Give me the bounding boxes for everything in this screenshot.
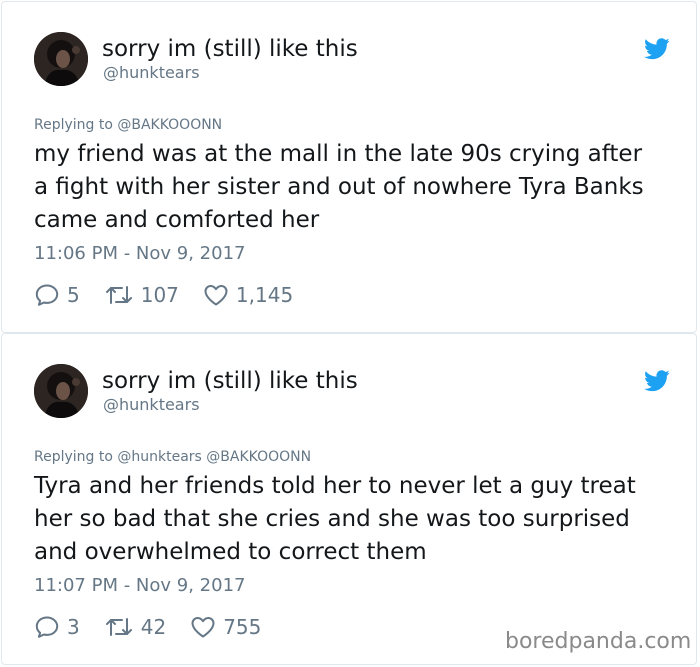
reply-icon — [35, 284, 59, 306]
tweet-text-line: came and comforted her — [34, 207, 320, 233]
twitter-bird-icon[interactable] — [644, 370, 670, 392]
tweet-text: Tyra and her friends told her to never l… — [34, 470, 684, 569]
tweet-text-line: Tyra and her friends told her to never l… — [34, 473, 636, 499]
retweet-count: 107 — [140, 283, 179, 307]
tweet-card[interactable]: sorry im (still) like this @hunktears Re… — [1, 1, 697, 333]
user-handle[interactable]: @hunktears — [103, 395, 200, 415]
twitter-bird-icon[interactable] — [644, 38, 670, 60]
timestamp[interactable]: 11:06 PM - Nov 9, 2017 — [34, 242, 245, 266]
avatar[interactable] — [34, 32, 88, 86]
like-button[interactable]: 1,145 — [203, 282, 293, 308]
tweet-actions: 3 42 755 — [34, 612, 285, 642]
replying-to: Replying to @hunktears @BAKKOOONN — [34, 449, 312, 465]
tweet-text-line: her so bad that she cries and she was to… — [34, 506, 630, 532]
retweet-button[interactable]: 107 — [104, 282, 179, 308]
like-count: 1,145 — [235, 283, 294, 307]
heart-icon — [204, 285, 228, 306]
user-handle[interactable]: @hunktears — [103, 63, 200, 83]
tweet-actions: 5 107 1,145 — [34, 280, 317, 310]
avatar[interactable] — [34, 364, 88, 418]
replying-to: Replying to @BAKKOOONN — [34, 117, 223, 133]
tweet-text: my friend was at the mall in the late 90… — [34, 138, 684, 237]
timestamp[interactable]: 11:07 PM - Nov 9, 2017 — [34, 574, 245, 598]
display-name[interactable]: sorry im (still) like this — [102, 366, 358, 396]
reply-icon — [35, 616, 59, 638]
retweet-count: 42 — [140, 615, 167, 639]
tweet-card[interactable]: sorry im (still) like this @hunktears Re… — [1, 333, 697, 665]
reply-button[interactable]: 5 — [34, 282, 80, 308]
heart-icon — [191, 617, 215, 638]
retweet-button[interactable]: 42 — [104, 614, 166, 640]
display-name[interactable]: sorry im (still) like this — [102, 34, 358, 64]
reply-count: 5 — [67, 283, 80, 307]
like-button[interactable]: 755 — [190, 614, 261, 640]
like-count: 755 — [223, 615, 262, 639]
tweet-text-line: my friend was at the mall in the late 90… — [34, 141, 643, 167]
retweet-icon — [105, 286, 132, 304]
tweet-text-line: and overwhelmed to correct them — [34, 539, 427, 565]
retweet-icon — [105, 618, 132, 636]
tweet-text-line: a fight with her sister and out of nowhe… — [34, 174, 644, 200]
reply-button[interactable]: 3 — [34, 614, 80, 640]
watermark: boredpanda.com — [505, 629, 692, 654]
reply-count: 3 — [67, 615, 80, 639]
